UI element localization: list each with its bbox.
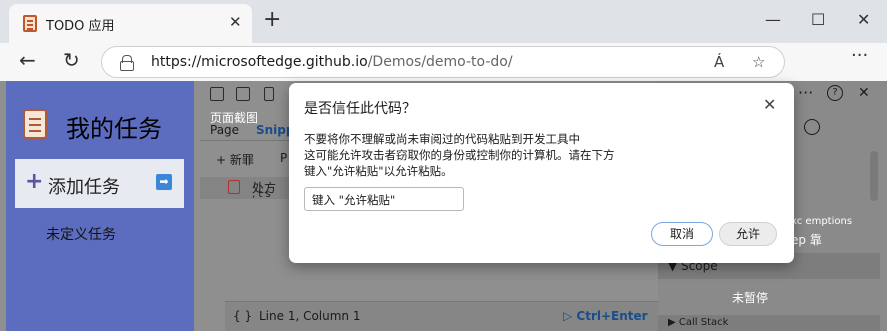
dialog-message-line-3: 键入"允许粘贴"以允许粘贴。 bbox=[304, 164, 453, 178]
back-button[interactable]: ← bbox=[19, 50, 36, 70]
address-bar[interactable]: https://microsoftedge.github.io/Demos/de… bbox=[101, 46, 785, 78]
minimize-button[interactable]: — bbox=[765, 10, 781, 29]
todo-title: 我的任务 bbox=[66, 115, 162, 143]
favorite-star-icon[interactable]: ☆ bbox=[752, 53, 765, 71]
add-task-row[interactable]: + 添加任务 ➡ bbox=[15, 159, 184, 208]
settings-more-icon[interactable]: ··· bbox=[851, 45, 868, 66]
tab-strip: TODO 应用 ✕ + — ☐ ✕ bbox=[0, 0, 887, 43]
call-stack-label[interactable]: ▶ Call Stack bbox=[668, 317, 728, 328]
dialog-message-line-1: 不要将你不理解或尚未审阅过的代码粘贴到开发工具中 bbox=[304, 132, 580, 146]
navigation-bar: ← ↻ https://microsoftedge.github.io/Demo… bbox=[0, 43, 887, 81]
run-snippet-button[interactable]: ▷ Ctrl+Enter bbox=[563, 309, 648, 323]
exceptions-label: xc emptions bbox=[791, 216, 853, 227]
maximize-button[interactable]: ☐ bbox=[811, 10, 825, 29]
new-tab-button[interactable]: + bbox=[263, 8, 281, 32]
inspect-icon[interactable] bbox=[210, 87, 224, 101]
cancel-button[interactable]: 取消 bbox=[651, 222, 713, 246]
read-aloud-icon[interactable]: Á bbox=[714, 53, 724, 71]
allow-button[interactable]: 允许 bbox=[719, 222, 777, 246]
more-tools-icon[interactable]: ··· bbox=[798, 83, 813, 102]
url-text[interactable]: https://microsoftedge.github.io/Demos/de… bbox=[151, 54, 513, 70]
tab-page[interactable]: Page bbox=[210, 123, 239, 137]
submit-arrow-icon[interactable]: ➡ bbox=[156, 174, 172, 190]
close-window-button[interactable]: ✕ bbox=[857, 10, 870, 29]
pr-label: P bbox=[280, 151, 288, 165]
dialog-title: 是否信任此代码？ bbox=[304, 101, 416, 117]
snippet-sub: , t s bbox=[252, 189, 271, 200]
refresh-button[interactable]: ↻ bbox=[63, 50, 80, 70]
snippet-file-icon bbox=[228, 180, 240, 194]
help-icon[interactable]: ? bbox=[827, 85, 843, 101]
exceptions-sub: ep 靠 bbox=[791, 233, 822, 247]
pretty-print-button[interactable]: { } bbox=[233, 309, 252, 323]
dialog-close-icon[interactable]: ✕ bbox=[763, 95, 776, 114]
new-snippet-button[interactable]: + 新罪 bbox=[216, 151, 254, 168]
not-paused-label: 未暂停 bbox=[732, 291, 769, 305]
lock-icon[interactable] bbox=[120, 55, 134, 71]
call-stack-section[interactable]: ▶ Call Stack bbox=[658, 315, 880, 331]
undefined-tasks-label: 未定义任务 bbox=[46, 227, 116, 243]
panel-layout-icon[interactable] bbox=[264, 87, 274, 101]
cursor-position: Line 1, Column 1 bbox=[259, 309, 361, 323]
dialog-message: 不要将你不理解或尚未审阅过的代码粘贴到开发工具中 这可能允许攻击者窃取你的身份或… bbox=[304, 131, 644, 179]
deactivate-breakpoints-icon[interactable] bbox=[804, 119, 820, 135]
browser-tab[interactable]: TODO 应用 ✕ bbox=[9, 4, 252, 43]
device-emulation-icon[interactable] bbox=[236, 87, 250, 101]
plus-icon: + bbox=[25, 169, 44, 194]
tab-title: TODO 应用 bbox=[46, 19, 115, 34]
editor-status-bar: { } Line 1, Column 1 ▷ Ctrl+Enter bbox=[225, 301, 658, 331]
scrollbar[interactable] bbox=[870, 151, 878, 201]
allow-paste-input[interactable]: 键入 "允许粘贴" bbox=[304, 187, 464, 211]
tab-close-icon[interactable]: ✕ bbox=[229, 13, 242, 31]
close-devtools-icon[interactable]: ✕ bbox=[858, 85, 870, 101]
todo-favicon-icon bbox=[23, 15, 37, 32]
trust-code-dialog: 是否信任此代码？ ✕ 不要将你不理解或尚未审阅过的代码粘贴到开发工具中 这可能允… bbox=[289, 83, 794, 263]
dialog-message-line-2: 这可能允许攻击者窃取你的身份或控制你的计算机。请在下方 bbox=[304, 148, 615, 162]
add-task-input[interactable]: 添加任务 bbox=[48, 173, 120, 199]
todo-logo-icon bbox=[23, 109, 47, 139]
todo-app: 我的任务 + 添加任务 ➡ 未定义任务 bbox=[6, 81, 194, 331]
